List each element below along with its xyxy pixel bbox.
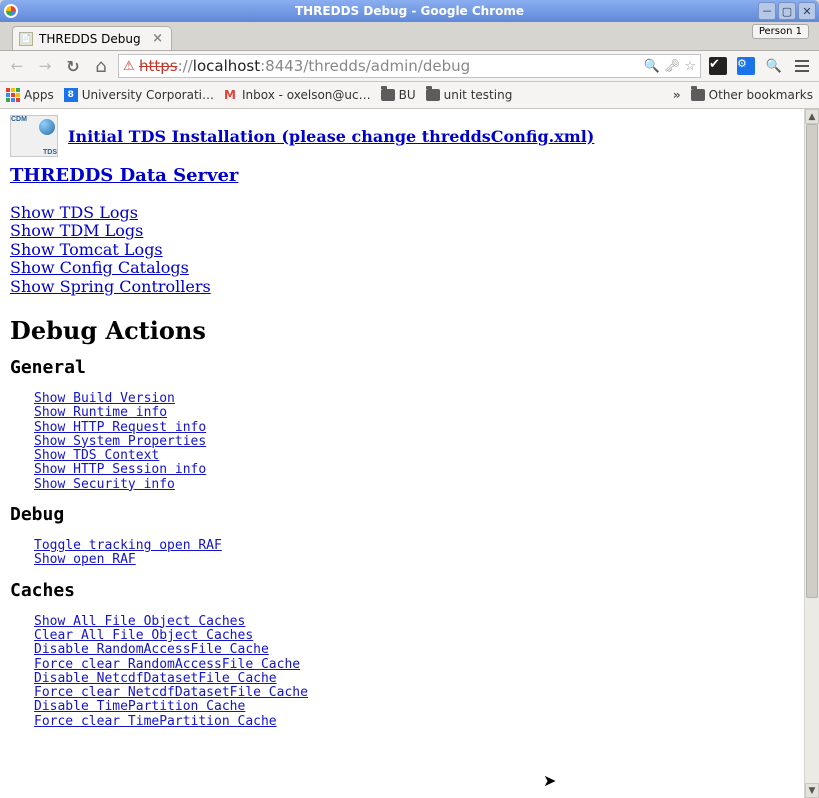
gear-ext-icon: ⚙ xyxy=(737,57,755,75)
page-viewport: CDM TDS Initial TDS Installation (please… xyxy=(0,109,819,798)
url-port: :8443 xyxy=(260,57,303,75)
reload-button[interactable] xyxy=(62,55,84,77)
thredds-logo: CDM TDS xyxy=(10,115,58,157)
scroll-up-button[interactable]: ▲ xyxy=(805,109,819,124)
apps-grid-icon xyxy=(6,88,20,102)
caches-links-list: Show All File Object CachesClear All Fil… xyxy=(34,615,794,729)
bookmark-star-icon[interactable]: ☆ xyxy=(684,59,696,74)
badge-icon: 8 xyxy=(64,88,78,102)
general-link[interactable]: Show TDS Context xyxy=(34,449,159,463)
folder-icon xyxy=(381,89,395,101)
folder-icon xyxy=(691,89,705,101)
scroll-track[interactable] xyxy=(805,124,819,783)
section-caches-heading: Caches xyxy=(10,580,794,601)
bookmark-other-label: Other bookmarks xyxy=(709,88,813,102)
install-link[interactable]: Initial TDS Installation (please change … xyxy=(68,127,594,146)
caches-link[interactable]: Disable RandomAccessFile Cache xyxy=(34,643,269,657)
url-host: localhost xyxy=(193,57,260,75)
bookmark-inbox[interactable]: Inbox - oxelson@uc… xyxy=(224,88,371,102)
caches-link[interactable]: Force clear NetcdfDatasetFile Cache xyxy=(34,686,308,700)
caches-link[interactable]: Force clear TimePartition Cache xyxy=(34,715,277,729)
url-path: /thredds/admin/debug xyxy=(303,57,470,75)
menu-button[interactable] xyxy=(791,55,813,77)
general-links-list: Show Build VersionShow Runtime infoShow … xyxy=(34,392,794,492)
insecure-icon: ⚠ xyxy=(123,59,137,73)
bookmarks-bar: Apps 8 University Corporati… Inbox - oxe… xyxy=(0,82,819,109)
bookmark-university-label: University Corporati… xyxy=(82,88,214,102)
caches-link[interactable]: Clear All File Object Caches xyxy=(34,629,253,643)
caches-link[interactable]: Show All File Object Caches xyxy=(34,615,245,629)
caches-link[interactable]: Disable NetcdfDatasetFile Cache xyxy=(34,672,277,686)
top-link[interactable]: Show Spring Controllers xyxy=(10,278,211,296)
back-button[interactable]: ← xyxy=(6,55,28,77)
chrome-icon xyxy=(4,4,18,18)
general-link[interactable]: Show Security info xyxy=(34,478,175,492)
bookmarks-overflow[interactable]: » xyxy=(673,88,681,102)
bookmark-university[interactable]: 8 University Corporati… xyxy=(64,88,214,102)
window-close-button[interactable]: ✕ xyxy=(798,2,816,20)
scroll-thumb[interactable] xyxy=(806,124,818,598)
bookmark-inbox-label: Inbox - oxelson@uc… xyxy=(242,88,371,102)
extension-2[interactable]: ⚙ xyxy=(735,55,757,77)
general-link[interactable]: Show System Properties xyxy=(34,435,206,449)
browser-toolbar: ← → ⚠ https://localhost:8443/thredds/adm… xyxy=(0,51,819,82)
window-maximize-button[interactable]: ▢ xyxy=(778,2,796,20)
top-link[interactable]: Show Tomcat Logs xyxy=(10,241,163,259)
general-link[interactable]: Show HTTP Request info xyxy=(34,421,206,435)
window-titlebar: THREDDS Debug - Google Chrome － ▢ ✕ xyxy=(0,0,819,22)
tab-strip: 📄 THREDDS Debug × Person 1 xyxy=(0,22,819,51)
scroll-down-button[interactable]: ▼ xyxy=(805,783,819,798)
general-link[interactable]: Show Runtime info xyxy=(34,406,167,420)
top-links-list: Show TDS LogsShow TDM LogsShow Tomcat Lo… xyxy=(10,204,794,296)
scrollbar[interactable]: ▲ ▼ xyxy=(804,109,819,798)
key-icon[interactable]: 🗝 xyxy=(664,59,681,74)
bookmark-apps[interactable]: Apps xyxy=(6,88,54,102)
extension-1[interactable]: ✔ xyxy=(707,55,729,77)
general-link[interactable]: Show Build Version xyxy=(34,392,175,406)
caches-link[interactable]: Force clear RandomAccessFile Cache xyxy=(34,658,300,672)
bookmark-apps-label: Apps xyxy=(24,88,54,102)
bookmark-unittesting-label: unit testing xyxy=(444,88,513,102)
bookmark-bu-label: BU xyxy=(399,88,416,102)
tab-title: THREDDS Debug xyxy=(39,32,141,46)
profile-chip[interactable]: Person 1 xyxy=(752,24,809,39)
address-bar[interactable]: ⚠ https://localhost:8443/thredds/admin/d… xyxy=(118,54,701,78)
magnify-icon xyxy=(766,59,782,74)
bookmark-unittesting[interactable]: unit testing xyxy=(426,88,513,102)
caches-link[interactable]: Disable TimePartition Cache xyxy=(34,700,245,714)
bookmark-other[interactable]: Other bookmarks xyxy=(691,88,813,102)
page-body[interactable]: CDM TDS Initial TDS Installation (please… xyxy=(0,109,804,798)
checkmark-ext-icon: ✔ xyxy=(709,57,727,75)
section-debug-heading: Debug xyxy=(10,504,794,525)
gmail-icon xyxy=(224,88,238,102)
folder-icon xyxy=(426,89,440,101)
debug-links-list: Toggle tracking open RAFShow open RAF xyxy=(34,539,794,568)
section-general-heading: General xyxy=(10,357,794,378)
debug-link[interactable]: Toggle tracking open RAF xyxy=(34,539,222,553)
url-scheme: https xyxy=(139,57,178,75)
window-minimize-button[interactable]: － xyxy=(758,2,776,20)
top-link[interactable]: Show TDM Logs xyxy=(10,222,143,240)
tab-close-button[interactable]: × xyxy=(152,31,163,46)
hamburger-icon xyxy=(795,60,809,72)
top-link[interactable]: Show TDS Logs xyxy=(10,204,138,222)
debug-link[interactable]: Show open RAF xyxy=(34,553,136,567)
search-icon[interactable]: 🔍 xyxy=(644,59,660,74)
home-icon xyxy=(95,56,106,77)
forward-button[interactable]: → xyxy=(34,55,56,77)
bookmark-bu[interactable]: BU xyxy=(381,88,416,102)
browser-tab[interactable]: 📄 THREDDS Debug × xyxy=(12,26,172,50)
reload-icon xyxy=(66,57,79,76)
tab-favicon: 📄 xyxy=(19,32,33,46)
home-button[interactable] xyxy=(90,55,112,77)
general-link[interactable]: Show HTTP Session info xyxy=(34,463,206,477)
tds-home-link[interactable]: THREDDS Data Server xyxy=(10,165,238,186)
zoom-button[interactable] xyxy=(763,55,785,77)
top-link[interactable]: Show Config Catalogs xyxy=(10,259,189,277)
debug-actions-heading: Debug Actions xyxy=(10,316,794,345)
url-sep: :// xyxy=(178,57,193,75)
window-title: THREDDS Debug - Google Chrome xyxy=(0,4,819,18)
